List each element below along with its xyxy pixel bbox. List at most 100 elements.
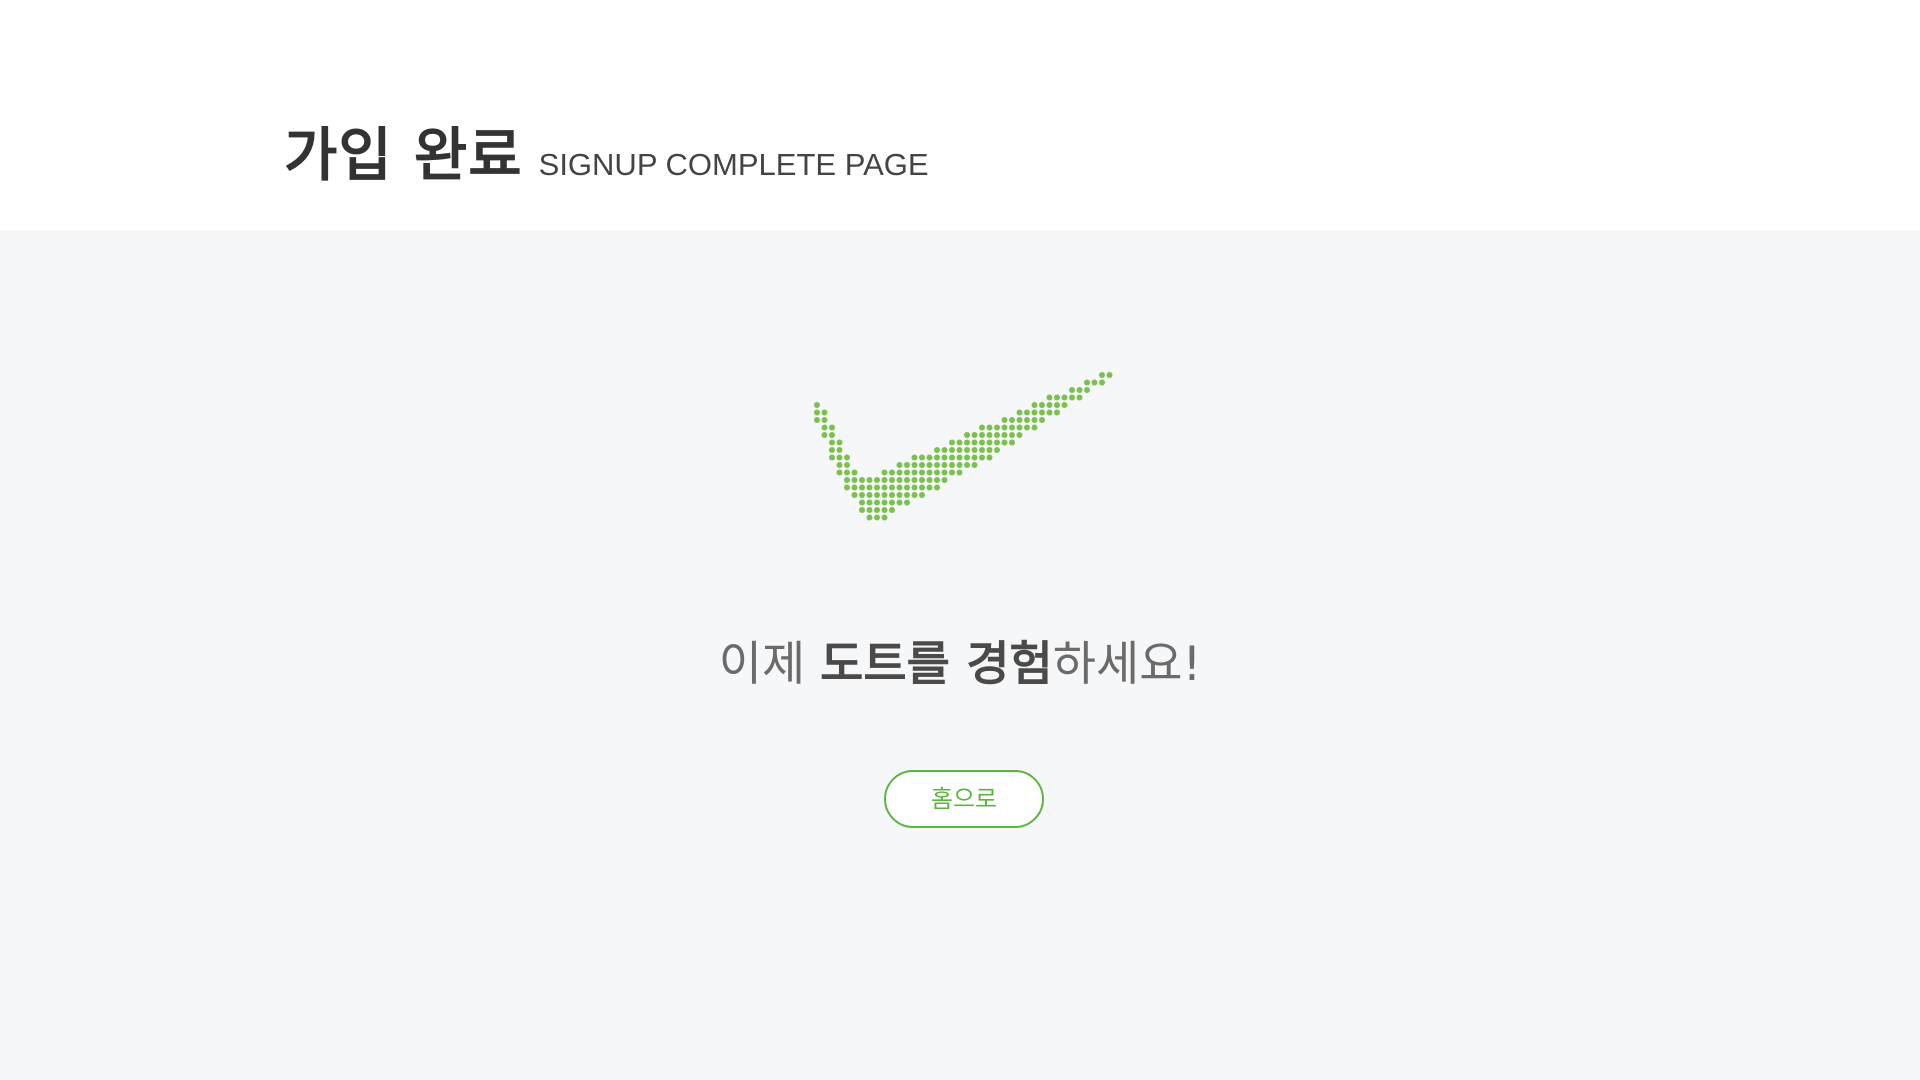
check-dot <box>941 454 948 461</box>
check-dot <box>829 424 835 431</box>
check-dot <box>896 499 903 506</box>
check-dot <box>1009 424 1015 431</box>
check-dot <box>919 454 925 461</box>
check-dot <box>979 432 985 438</box>
check-dot <box>874 499 880 506</box>
check-dot <box>956 454 963 461</box>
check-dot <box>844 477 850 483</box>
check-dot <box>986 439 993 446</box>
check-dot <box>971 462 978 468</box>
check-dot <box>829 432 835 438</box>
check-dot <box>979 447 985 453</box>
check-dot <box>844 462 850 468</box>
check-dot <box>1046 409 1053 416</box>
check-dot <box>956 462 963 468</box>
check-dot <box>971 432 978 438</box>
check-dot <box>1024 424 1030 431</box>
check-dot <box>829 439 835 446</box>
check-dot <box>1009 432 1015 438</box>
check-dot <box>836 469 843 476</box>
check-dot <box>896 469 903 476</box>
check-dot <box>866 492 873 498</box>
check-dot <box>851 484 858 491</box>
check-dot <box>1016 417 1023 423</box>
check-dot <box>881 492 888 498</box>
check-dot <box>934 454 940 461</box>
check-dot <box>1069 387 1075 393</box>
check-dot <box>851 477 858 483</box>
check-dot <box>911 477 918 483</box>
check-dot <box>889 507 895 513</box>
page-subtitle: SIGNUP COMPLETE PAGE <box>538 147 929 182</box>
check-dot <box>1054 394 1060 401</box>
check-dot <box>986 432 993 438</box>
check-dot <box>1031 417 1038 423</box>
check-dot <box>866 514 873 521</box>
check-dot <box>934 469 940 476</box>
check-dot <box>1099 379 1105 386</box>
check-dot <box>829 447 835 453</box>
check-dot <box>814 409 820 416</box>
check-dot <box>1084 379 1090 386</box>
check-dot <box>1031 409 1038 416</box>
check-dot <box>1031 424 1038 431</box>
check-dot <box>941 462 948 468</box>
check-dot <box>821 409 828 416</box>
check-dot <box>1024 417 1030 423</box>
check-dot <box>889 484 895 491</box>
home-button[interactable]: 홈으로 <box>884 770 1044 828</box>
check-dot <box>889 469 895 476</box>
check-dot <box>949 462 955 468</box>
check-dot <box>836 447 843 453</box>
page-header: 가입 완료 SIGNUP COMPLETE PAGE <box>0 0 1920 230</box>
check-dot <box>874 477 880 483</box>
check-dot <box>889 499 895 506</box>
check-dot <box>956 439 963 446</box>
check-dot <box>971 439 978 446</box>
check-dot <box>881 514 888 521</box>
check-dot <box>859 492 865 498</box>
check-dot <box>844 454 850 461</box>
check-dot <box>911 469 918 476</box>
check-dot <box>994 447 1000 453</box>
check-dot <box>851 492 858 498</box>
check-dot <box>1054 402 1060 408</box>
check-dot <box>1046 394 1053 401</box>
check-dot <box>889 492 895 498</box>
check-dot <box>986 454 993 461</box>
message-emphasis: 도트를 경험 <box>820 637 1053 692</box>
check-dot <box>1061 402 1068 408</box>
check-dot <box>919 484 925 491</box>
check-dot <box>836 439 843 446</box>
check-dot <box>881 484 888 491</box>
check-dot <box>1076 394 1083 401</box>
check-dot <box>1001 439 1008 446</box>
check-dot <box>956 447 963 453</box>
check-dot <box>949 469 955 476</box>
check-dot <box>896 477 903 483</box>
check-dot <box>926 477 933 483</box>
check-dot <box>866 484 873 491</box>
check-dot <box>814 402 820 408</box>
check-dot <box>896 492 903 498</box>
check-dot <box>896 484 903 491</box>
check-dot <box>994 432 1000 438</box>
check-dot <box>926 454 933 461</box>
check-dot <box>1016 424 1023 431</box>
page-title: 가입 완료 <box>284 121 523 189</box>
check-dot <box>971 447 978 453</box>
check-dot <box>919 462 925 468</box>
title-row: 가입 완료 SIGNUP COMPLETE PAGE <box>284 108 929 192</box>
check-dot <box>1076 387 1083 393</box>
check-dot <box>994 439 1000 446</box>
check-dot <box>904 477 910 483</box>
signup-complete-content: 이제 도트를 경험하세요! 홈으로 <box>0 230 1920 1080</box>
check-dot <box>1039 402 1045 408</box>
check-dot <box>1016 432 1023 438</box>
check-dot <box>934 484 940 491</box>
check-dot <box>904 462 910 468</box>
check-dot <box>829 454 835 461</box>
check-dot <box>881 477 888 483</box>
check-dot <box>1009 439 1015 446</box>
check-dot <box>1001 417 1008 423</box>
